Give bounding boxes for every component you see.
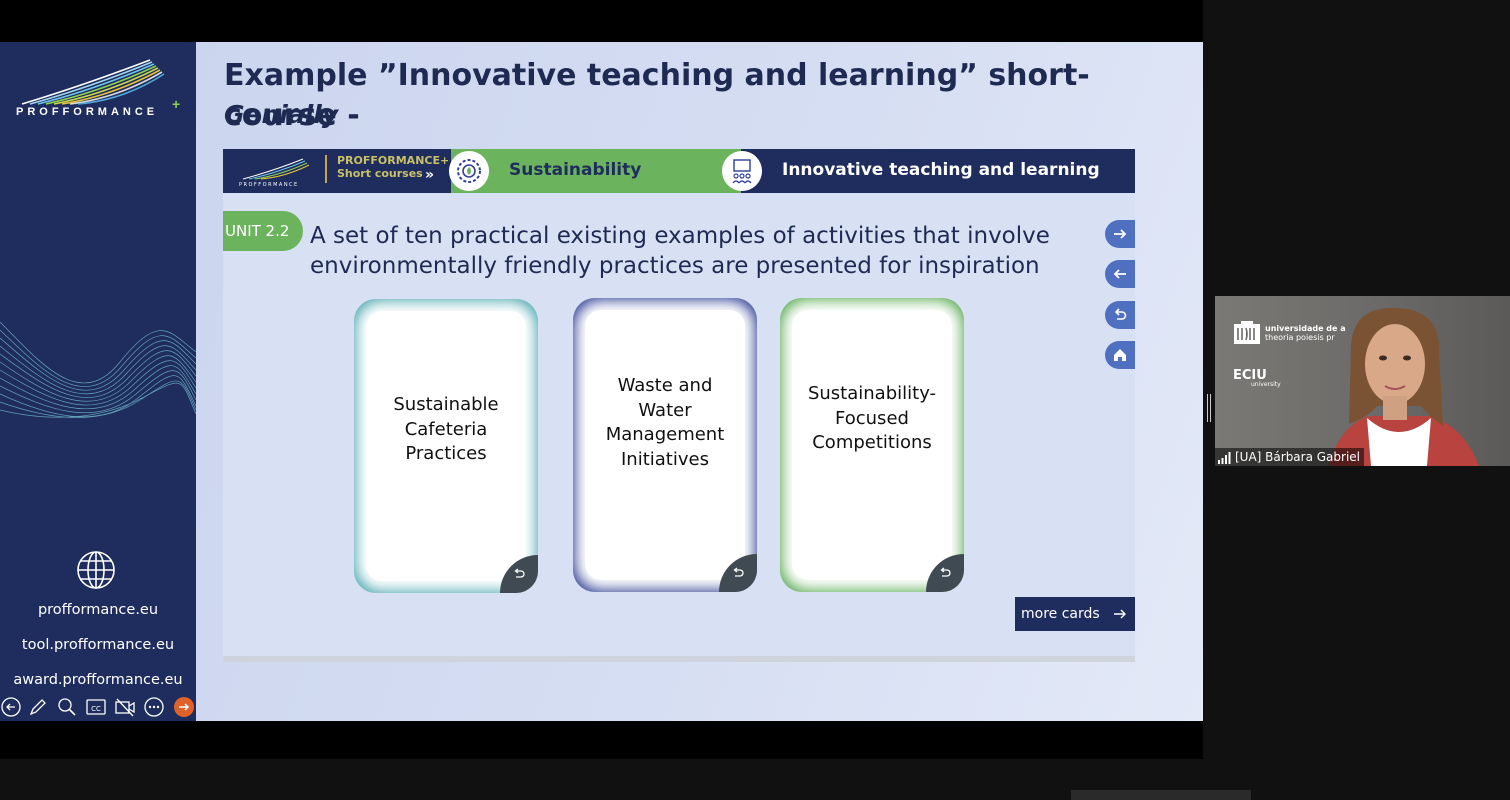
home-icon <box>1114 349 1126 361</box>
slide-main: Example ”Innovative teaching and learnin… <box>196 42 1203 721</box>
card-title-line: Practices <box>405 443 487 464</box>
participant-name-tag: [UA] Bárbara Gabriel <box>1215 448 1365 466</box>
link-tool-profformance[interactable]: tool.profformance.eu <box>0 637 196 653</box>
eciu-subtext: university <box>1251 381 1281 388</box>
presentation-slide: PROFFORMANCE + profformance.eu tool.prof… <box>0 42 1203 721</box>
video-off-icon[interactable] <box>114 696 136 718</box>
card-title-line: Sustainability- <box>807 383 937 404</box>
brand-name: PROFFORMANCE <box>16 106 159 118</box>
top-black-bar <box>0 0 1203 42</box>
people-board-icon <box>722 151 762 191</box>
genially-embed: PROFFORMANCE PROFFORMANCE+ Short courses… <box>223 149 1135 662</box>
back-icon[interactable] <box>0 696 22 718</box>
presenter-controls: CC <box>0 694 196 721</box>
zoom-icon[interactable] <box>56 696 78 718</box>
card-title-line: Management <box>605 424 725 445</box>
card-title: Waste and Water Management Initiatives <box>573 374 757 472</box>
nav-next-button[interactable] <box>1105 220 1135 248</box>
card-waste-water[interactable]: Waste and Water Management Initiatives <box>573 298 757 592</box>
link-award-profformance[interactable]: award.profformance.eu <box>0 672 196 688</box>
participant-video-tile[interactable]: universidade de a theoria poiesis pr ECI… <box>1215 296 1510 466</box>
banner-topic: Sustainability <box>509 160 642 180</box>
speaker-silhouette <box>1329 307 1479 466</box>
screen: PROFFORMANCE + profformance.eu tool.prof… <box>0 0 1510 800</box>
nav-home-button[interactable] <box>1105 341 1135 369</box>
banner-brand-line1: PROFFORMANCE+ <box>337 154 450 167</box>
card-title-line: Competitions <box>812 432 932 453</box>
svg-text:PROFFORMANCE: PROFFORMANCE <box>239 182 299 187</box>
slide-title: Example ”Innovative teaching and learnin… <box>224 58 1090 133</box>
undo-icon <box>1114 308 1127 320</box>
arrow-right-icon <box>1114 609 1126 619</box>
card-title-line: Initiatives <box>621 448 709 470</box>
more-cards-button[interactable]: more cards <box>1015 597 1135 631</box>
flip-icon <box>940 567 951 577</box>
unit-lead-text: A set of ten practical existing examples… <box>310 223 1050 279</box>
flip-icon <box>733 567 744 577</box>
unit-tag: UNIT 2.2 <box>223 211 303 251</box>
arrow-left-icon <box>1113 269 1126 279</box>
gear-leaf-icon <box>449 151 489 191</box>
card-title-line: Cafeteria <box>404 418 488 440</box>
banner-separator <box>325 155 327 183</box>
card-title: Sustainable Cafeteria Practices <box>354 393 538 467</box>
card-sustainability-competitions[interactable]: Sustainability- Focused Competitions <box>780 298 964 592</box>
signal-strength-icon <box>1218 451 1231 464</box>
banner-course: Innovative teaching and learning <box>782 160 1100 180</box>
eciu-logo: ECIU university <box>1233 368 1281 388</box>
more-icon[interactable] <box>143 696 165 718</box>
decorative-waves <box>0 321 196 418</box>
nav-prev-button[interactable] <box>1105 260 1135 288</box>
svg-text:CC: CC <box>91 705 101 713</box>
nav-back-button[interactable] <box>1105 301 1135 329</box>
brand-plus: + <box>172 96 181 112</box>
card-title: Sustainability- Focused Competitions <box>780 382 964 456</box>
slide-subtitle: Genially <box>224 100 339 129</box>
panel-resize-handle[interactable] <box>1207 394 1211 422</box>
arrow-right-icon <box>1114 229 1127 239</box>
bottom-black-bar <box>0 721 1203 759</box>
more-cards-label: more cards <box>1021 606 1100 622</box>
forward-icon[interactable] <box>173 696 195 718</box>
link-profformance[interactable]: profformance.eu <box>0 602 196 618</box>
globe-icon <box>77 551 115 589</box>
course-banner: PROFFORMANCE PROFFORMANCE+ Short courses… <box>223 149 1135 193</box>
card-title-line: Water <box>638 399 692 421</box>
card-title-line: Waste and <box>617 375 713 396</box>
participant-name: [UA] Bárbara Gabriel <box>1235 450 1361 464</box>
pen-icon[interactable] <box>27 696 49 718</box>
slide-sidebar: PROFFORMANCE + profformance.eu tool.prof… <box>0 42 196 721</box>
banner-arrows: » <box>425 167 435 183</box>
card-title-line: Sustainable <box>393 394 499 415</box>
banner-logo: PROFFORMANCE <box>239 158 310 187</box>
card-sustainable-cafeteria[interactable]: Sustainable Cafeteria Practices <box>354 299 538 593</box>
card-title-line: Focused <box>835 407 909 429</box>
university-logo <box>1234 321 1260 344</box>
bottom-tab <box>1071 790 1251 800</box>
cc-icon[interactable]: CC <box>85 696 107 718</box>
flip-icon <box>514 568 525 578</box>
embed-bottom-strip <box>223 656 1135 662</box>
